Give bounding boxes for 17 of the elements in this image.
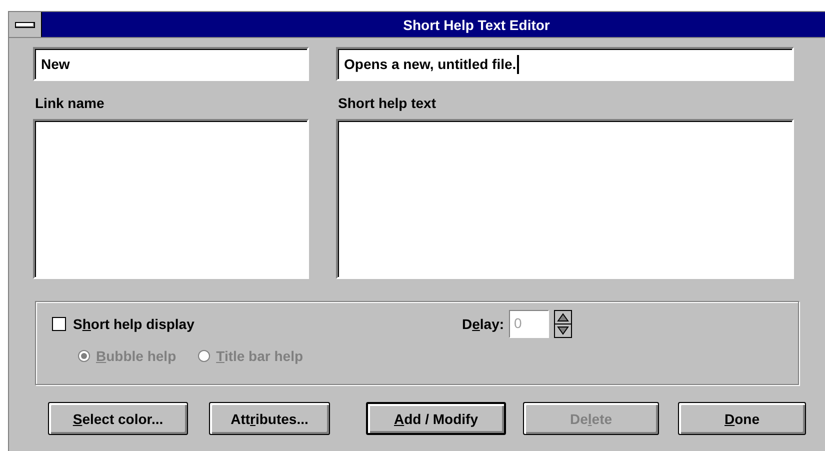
dialog-button[interactable]: Select color...	[48, 402, 188, 435]
spinner-icon[interactable]	[554, 310, 572, 338]
window-title: Short Help Text Editor	[42, 12, 825, 37]
dialog-button[interactable]: Attributes...	[209, 402, 330, 435]
checkbox-label: Short help display	[73, 316, 194, 332]
link-name-label: Link name	[35, 95, 104, 111]
delay-label: Delay:	[462, 316, 504, 332]
radio-label: Title bar help	[216, 348, 304, 364]
checkbox[interactable]	[52, 317, 66, 331]
help-text-label: Short help text	[338, 95, 436, 111]
help-text-list[interactable]	[336, 119, 794, 279]
dialog-button[interactable]: Done	[678, 402, 806, 435]
radio-label: Bubble help	[96, 348, 176, 364]
dialog-button[interactable]: Add / Modify	[366, 402, 506, 435]
link-name-field[interactable]: New	[33, 47, 309, 81]
link-name-list[interactable]	[33, 119, 309, 279]
help-text-field[interactable]: Opens a new, untitled file.	[336, 47, 794, 81]
